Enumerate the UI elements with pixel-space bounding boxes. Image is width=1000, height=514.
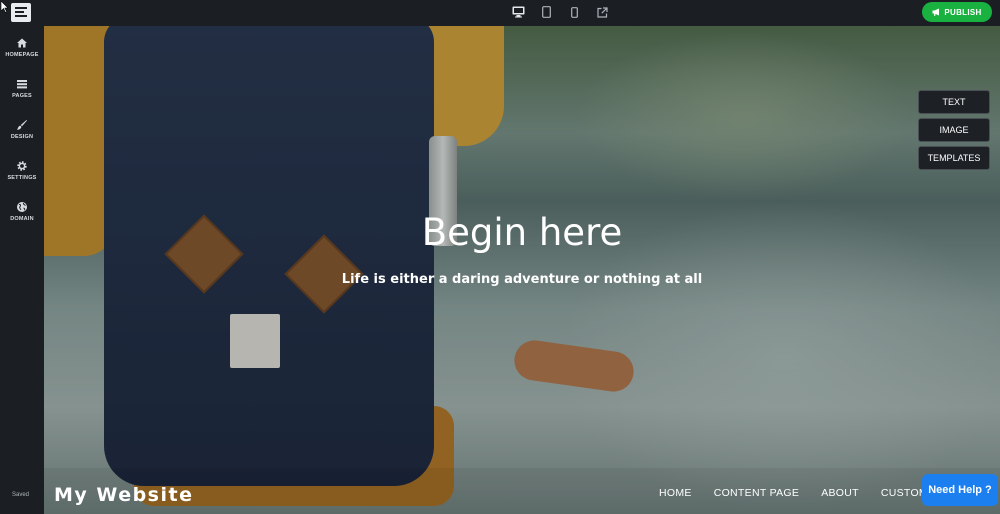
add-image-button[interactable]: IMAGE — [918, 118, 990, 142]
sidebar-item-label: HOMEPAGE — [5, 52, 39, 58]
sidebar-item-domain[interactable]: DOMAIN — [0, 198, 44, 239]
hero-subtitle[interactable]: Life is either a daring adventure or not… — [44, 272, 1000, 287]
sidebar-item-pages[interactable]: PAGES — [0, 75, 44, 116]
website-navbar: My Website HOME CONTENT PAGE ABOUT CUSTO… — [44, 468, 1000, 514]
hero-overlay — [44, 26, 1000, 514]
builder-logo[interactable] — [11, 3, 31, 22]
hero-title[interactable]: Begin here — [44, 211, 1000, 254]
add-element-panel: TEXT IMAGE TEMPLATES — [918, 90, 990, 174]
sidebar-item-label: DOMAIN — [10, 216, 34, 222]
tablet-view-button[interactable] — [538, 4, 554, 20]
site-menu-content-page[interactable]: CONTENT PAGE — [714, 487, 799, 499]
external-link-icon — [596, 6, 608, 18]
preview-button[interactable] — [594, 4, 610, 20]
add-text-button[interactable]: TEXT — [918, 90, 990, 114]
publish-label: PUBLISH — [944, 7, 982, 17]
megaphone-icon — [932, 8, 940, 16]
device-switcher — [510, 4, 610, 20]
site-menu-about[interactable]: ABOUT — [821, 487, 859, 499]
top-toolbar: PUBLISH — [44, 0, 1000, 26]
sidebar-nav: HOMEPAGE PAGES DESIGN SETTINGS DOMAIN — [0, 34, 44, 239]
sidebar-item-settings[interactable]: SETTINGS — [0, 157, 44, 198]
gear-icon — [17, 161, 27, 171]
home-icon — [17, 38, 27, 48]
tablet-icon — [541, 6, 551, 18]
site-menu-home[interactable]: HOME — [659, 487, 692, 499]
site-name[interactable]: My Website — [54, 484, 193, 506]
mobile-view-button[interactable] — [566, 4, 582, 20]
site-menu-custom[interactable]: CUSTOM — [881, 487, 928, 499]
desktop-icon — [512, 6, 524, 18]
brush-icon — [17, 120, 27, 130]
sidebar-item-homepage[interactable]: HOMEPAGE — [0, 34, 44, 75]
mouse-cursor-icon — [1, 1, 9, 13]
save-status: Saved — [12, 492, 30, 498]
pages-icon — [17, 80, 27, 89]
sidebar: HOMEPAGE PAGES DESIGN SETTINGS DOMAIN Sa… — [0, 0, 44, 514]
sidebar-item-label: SETTINGS — [7, 175, 37, 181]
site-menu: HOME CONTENT PAGE ABOUT CUSTOM — [659, 487, 928, 499]
desktop-view-button[interactable] — [510, 4, 526, 20]
need-help-button[interactable]: Need Help ? — [922, 474, 998, 506]
sidebar-item-label: DESIGN — [10, 134, 34, 140]
sidebar-item-design[interactable]: DESIGN — [0, 116, 44, 157]
hero-section[interactable]: Begin here Life is either a daring adven… — [44, 26, 1000, 514]
globe-icon — [17, 202, 27, 212]
sidebar-item-label: PAGES — [12, 93, 32, 99]
publish-button[interactable]: PUBLISH — [922, 2, 992, 22]
templates-button[interactable]: TEMPLATES — [918, 146, 990, 170]
website-builder: HOMEPAGE PAGES DESIGN SETTINGS DOMAIN Sa… — [0, 0, 1000, 514]
mobile-icon — [570, 6, 578, 18]
